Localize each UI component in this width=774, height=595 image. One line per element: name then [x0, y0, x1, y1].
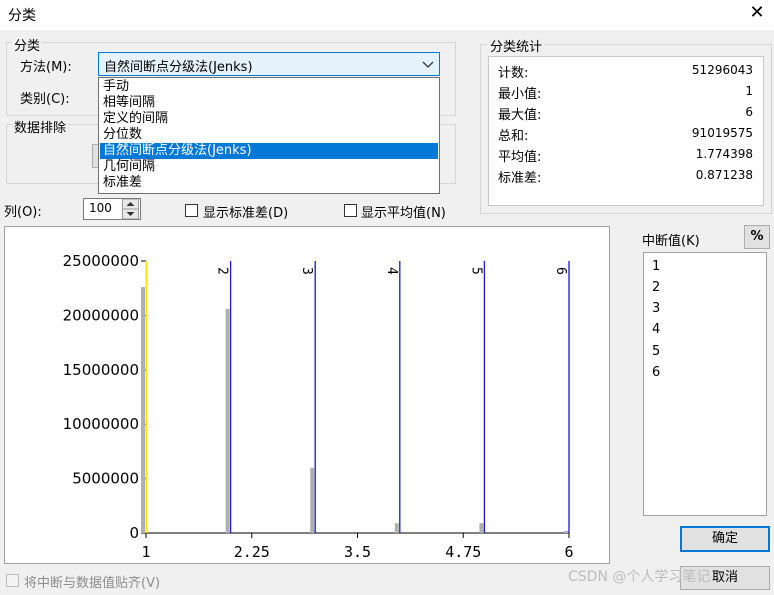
- chevron-down-icon: [422, 61, 434, 68]
- y-tick-label: 25000000: [63, 252, 139, 270]
- stats-panel: 计数: 51296043 最小值: 1 最大值: 6 总和: 91019575 …: [488, 56, 764, 206]
- x-tick-label: 3.5: [344, 543, 371, 561]
- show-std-label: 显示标准差(D): [203, 206, 289, 221]
- y-tick-label: 0: [129, 524, 139, 542]
- break-line-label: 6: [553, 267, 568, 275]
- break-value-item[interactable]: 3: [652, 301, 660, 316]
- stat-count-label: 计数:: [498, 66, 529, 81]
- x-tick-label: 1: [141, 543, 150, 561]
- break-value-item[interactable]: 1: [652, 259, 660, 274]
- breaks-list[interactable]: 1 2 3 4 5 6: [643, 252, 767, 516]
- method-label: 方法(M):: [20, 60, 72, 75]
- histogram-bar: [141, 287, 145, 533]
- x-tick-label: 2.25: [234, 543, 270, 561]
- close-icon[interactable]: ✕: [744, 0, 770, 26]
- stat-sum-label: 总和:: [498, 129, 529, 144]
- y-tick-label: 20000000: [63, 306, 139, 324]
- columns-value: 100: [89, 201, 112, 215]
- stat-max-value: 6: [745, 105, 753, 119]
- window-title: 分类: [8, 8, 36, 24]
- ok-button[interactable]: 确定: [680, 526, 770, 552]
- breaks-label: 中断值(K): [642, 234, 700, 249]
- show-mean-checkbox[interactable]: [344, 204, 357, 217]
- x-tick-label: 6: [564, 543, 573, 561]
- snap-label: 将中断与数据值贴齐(V): [24, 576, 161, 591]
- spin-up-icon[interactable]: [122, 199, 139, 209]
- dropdown-option-jenks[interactable]: 自然间断点分级法(Jenks): [100, 143, 438, 159]
- histogram-panel: 0 5000000 10000000 15000000 20000000 25000000…: [4, 226, 610, 564]
- stats-group-label: 分类统计: [488, 36, 545, 55]
- method-selected-value: 自然间断点分级法(Jenks): [104, 60, 253, 75]
- stat-sum-value: 91019575: [691, 126, 753, 140]
- dropdown-option-geometric-interval[interactable]: 几何间隔: [100, 159, 438, 175]
- method-dropdown-list: 手动 相等间隔 定义的间隔 分位数 自然间断点分级法(Jenks) 几何间隔 标…: [98, 77, 440, 194]
- break-line-label: 5: [468, 267, 483, 275]
- stat-std-label: 标准差:: [498, 171, 542, 186]
- histogram-bar: [310, 467, 315, 533]
- histogram-bar: [564, 530, 568, 533]
- columns-stepper[interactable]: 100: [83, 198, 141, 220]
- watermark: CSDN @个人学习笔记: [568, 569, 711, 585]
- stat-min-value: 1: [745, 84, 753, 98]
- category-label: 类别(C):: [20, 92, 70, 107]
- dropdown-option-quantile[interactable]: 分位数: [100, 127, 438, 143]
- show-std-checkbox[interactable]: [185, 204, 198, 217]
- stat-count-value: 51296043: [691, 63, 753, 77]
- classification-group-label: 分类: [12, 35, 43, 54]
- break-value-item[interactable]: 4: [652, 322, 660, 337]
- break-line-label: 2: [215, 267, 230, 275]
- dropdown-option-standard-deviation[interactable]: 标准差: [100, 175, 438, 191]
- method-dropdown[interactable]: 自然间断点分级法(Jenks): [98, 52, 440, 76]
- stat-mean-value: 1.774398: [695, 147, 753, 161]
- stat-std-value: 0.871238: [695, 168, 753, 182]
- dropdown-option-defined-interval[interactable]: 定义的间隔: [100, 111, 438, 127]
- dropdown-option-equal-interval[interactable]: 相等间隔: [100, 95, 438, 111]
- histogram-bar: [479, 523, 484, 533]
- y-tick-label: 15000000: [63, 361, 139, 379]
- x-tick-label: 4.75: [445, 543, 481, 561]
- columns-label: 列(O):: [4, 205, 42, 220]
- y-tick-label: 5000000: [72, 470, 139, 488]
- show-mean-label: 显示平均值(N): [361, 206, 446, 221]
- spin-down-icon[interactable]: [122, 209, 139, 219]
- histogram-chart[interactable]: 0 5000000 10000000 15000000 20000000 25000000…: [5, 227, 609, 563]
- break-line-label: 3: [299, 267, 314, 275]
- dropdown-option-manual[interactable]: 手动: [100, 79, 438, 95]
- percent-button[interactable]: %: [744, 225, 770, 249]
- break-line-label: 4: [384, 267, 399, 275]
- stat-max-label: 最大值:: [498, 108, 542, 123]
- title-bar: [0, 0, 774, 30]
- break-value-item[interactable]: 6: [652, 365, 660, 380]
- break-value-item[interactable]: 5: [652, 344, 660, 359]
- y-tick-label: 10000000: [63, 415, 139, 433]
- histogram-bar: [225, 308, 230, 533]
- stat-mean-label: 平均值:: [498, 150, 542, 165]
- snap-checkbox[interactable]: [6, 574, 19, 587]
- histogram-bar: [394, 523, 399, 533]
- break-value-item[interactable]: 2: [652, 280, 660, 295]
- exclusion-group-label: 数据排除: [12, 117, 69, 136]
- stat-min-label: 最小值:: [498, 87, 542, 102]
